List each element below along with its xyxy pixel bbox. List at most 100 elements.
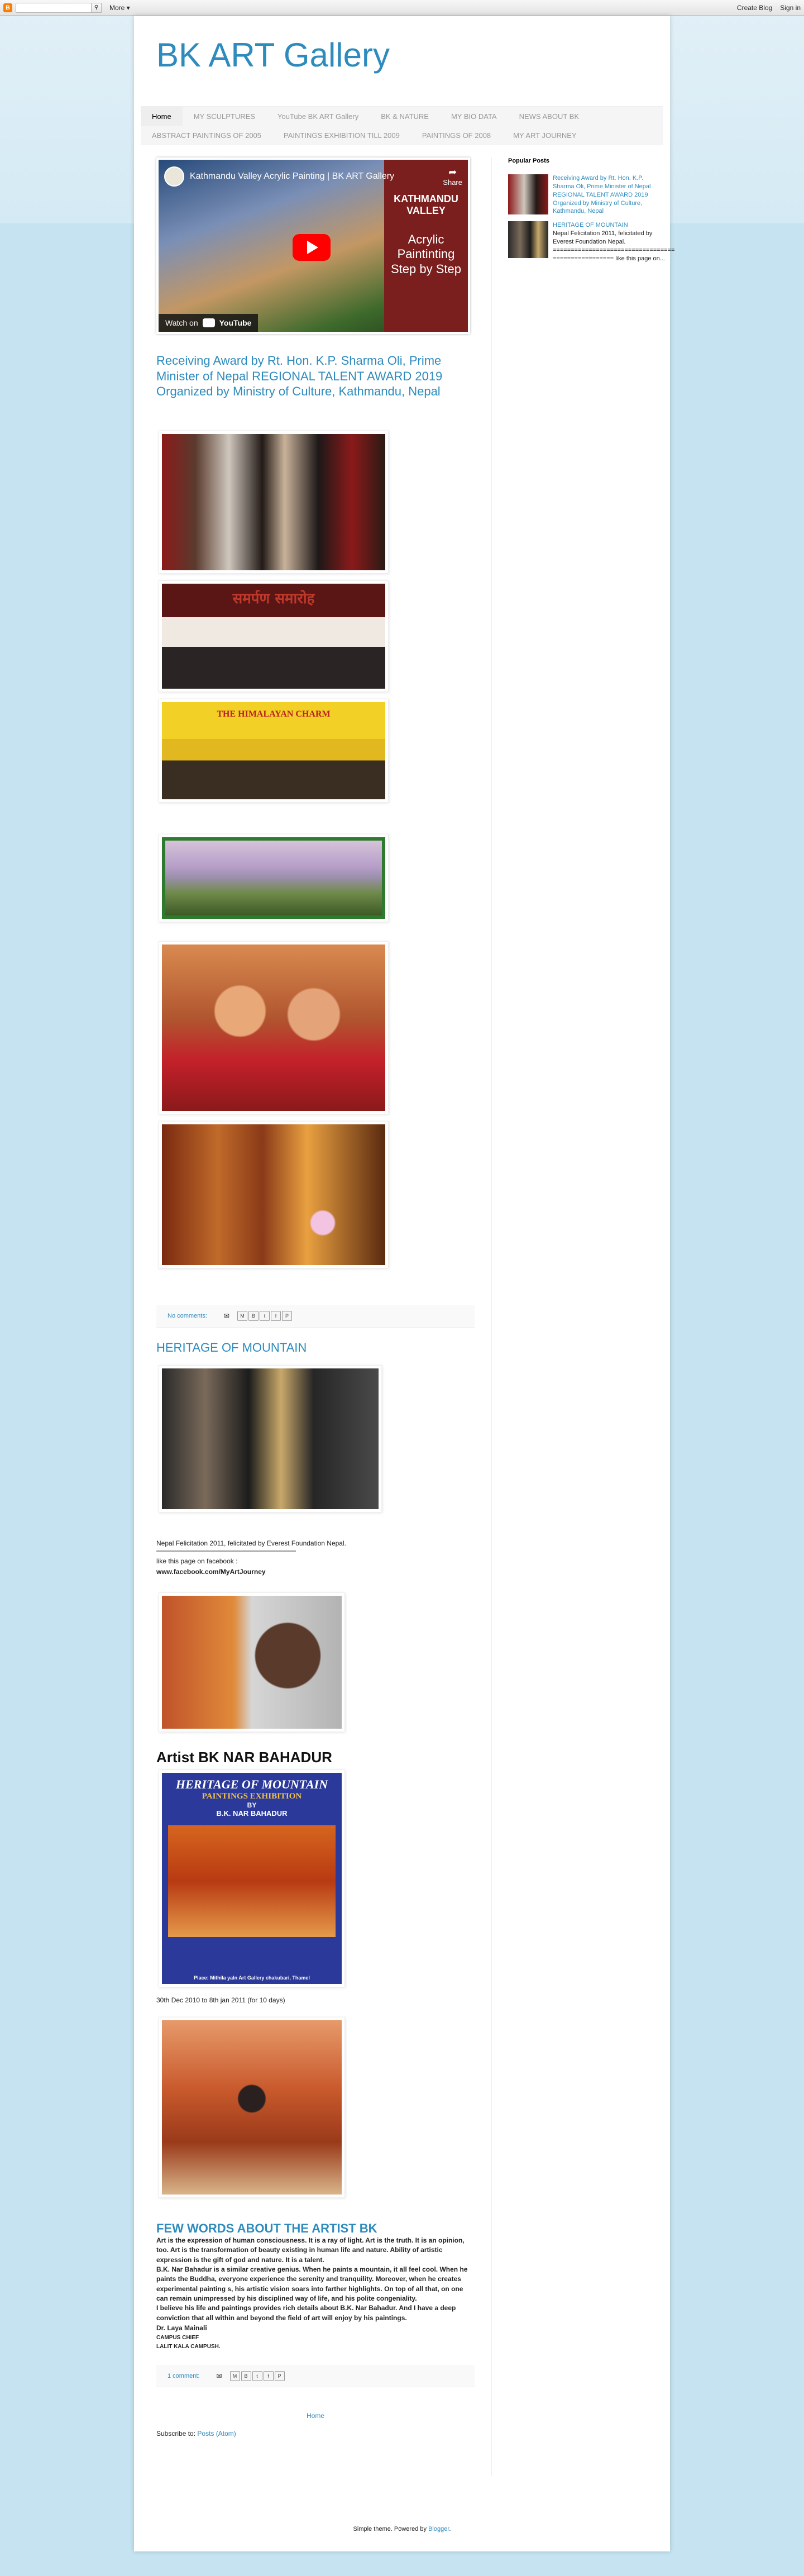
content-card: BK ART Gallery Home MY SCULPTURES YouTub… (134, 16, 674, 2551)
main-column: KATHMANDU VALLEY Acrylic Paintinting Ste… (156, 158, 475, 2440)
twitter-share-icon[interactable]: t (259, 1311, 270, 1321)
video-header: Kathmandu Valley Acrylic Painting | BK A… (164, 166, 462, 187)
post-footer-heritage: 1 comment: ✉ M B t f P (156, 2365, 475, 2388)
create-blog-link[interactable]: Create Blog (737, 4, 772, 12)
home-link[interactable]: Home (156, 2412, 475, 2420)
signer-title-1: CAMPUS CHIEF (156, 2335, 199, 2341)
tab-news[interactable]: NEWS ABOUT BK (508, 107, 590, 126)
popular-post-item[interactable]: Receiving Award by Rt. Hon. K.P. Sharma … (508, 174, 659, 216)
facebook-share-icon[interactable]: f (263, 2370, 274, 2381)
video-title[interactable]: Kathmandu Valley Acrylic Painting | BK A… (190, 171, 394, 182)
column-divider (491, 158, 492, 2475)
facebook-link[interactable]: www.facebook.com/MyArtJourney (156, 1567, 475, 1577)
photo-felicitation[interactable] (159, 1365, 382, 1513)
tab-bk-nature[interactable]: BK & NATURE (370, 107, 440, 126)
tab-art-journey[interactable]: MY ART JOURNEY (502, 126, 587, 145)
video-panel-bottom-label: Acrylic Paintinting Step by Step (391, 232, 461, 276)
photo-heritage-painting[interactable] (159, 2016, 345, 2198)
email-post-icon[interactable]: ✉ (216, 2372, 222, 2380)
blogger-link[interactable]: Blogger (428, 2526, 449, 2532)
poster-title: HERITAGE OF MOUNTAIN (175, 1777, 328, 1791)
watch-on-label: Watch on (165, 318, 198, 327)
blogthis-share-icon[interactable]: B (241, 2370, 251, 2381)
popular-post-item[interactable]: HERITAGE OF MOUNTAIN Nepal Felicitation … (508, 221, 674, 263)
video-panel-top-label: KATHMANDU VALLEY (394, 193, 458, 216)
popular-post-thumbnail[interactable] (508, 174, 548, 214)
youtube-label: YouTube (219, 318, 252, 327)
blogger-logo-icon[interactable]: B (3, 3, 12, 12)
sign-in-link[interactable]: Sign in (780, 4, 801, 12)
tab-youtube[interactable]: YouTube BK ART Gallery (266, 107, 370, 126)
posts-atom-link[interactable]: Posts (Atom) (197, 2430, 236, 2437)
poster-place: Place: Mithila yaln Art Gallery chakubar… (194, 1974, 310, 1981)
navbar-search-input[interactable] (16, 2, 92, 13)
exhibition-dates: 30th Dec 2010 to 8th jan 2011 (for 10 da… (156, 1996, 285, 2004)
photo-buddha-painting[interactable] (159, 1120, 389, 1268)
few-words-title: FEW WORDS ABOUT THE ARTIST BK (156, 2221, 377, 2235)
poster-painting (168, 1825, 336, 1937)
share-button[interactable]: ➦ Share (443, 166, 462, 187)
poster-subtitle: PAINTINGS EXHIBITION (202, 1791, 302, 1801)
youtube-video-embed[interactable]: KATHMANDU VALLEY Acrylic Paintinting Ste… (156, 158, 470, 334)
poster-artist-name: B.K. NAR BAHADUR (216, 1809, 288, 1817)
photo-himalayan-charm[interactable]: THE HIMALAYAN CHARM (159, 698, 389, 803)
photo-mountain-painting[interactable] (159, 833, 389, 922)
facebook-like-text: like this page on facebook : (156, 1557, 238, 1566)
divider-line (156, 1550, 296, 1552)
tab-exhibition-2009[interactable]: PAINTINGS EXHIBITION TILL 2009 (272, 126, 411, 145)
poster-by: BY (247, 1801, 257, 1809)
sidebar: Popular Posts Receiving Award by Rt. Hon… (508, 158, 674, 268)
subscribe-line: Subscribe to: Posts (Atom) (156, 2429, 475, 2439)
channel-avatar[interactable] (164, 166, 184, 187)
tab-bio-data[interactable]: MY BIO DATA (440, 107, 508, 126)
no-comments-link[interactable]: No comments: (168, 1313, 207, 1319)
popular-post-thumbnail[interactable] (508, 221, 548, 259)
tab-my-sculptures[interactable]: MY SCULPTURES (183, 107, 266, 126)
popular-post-title[interactable]: HERITAGE OF MOUNTAIN (553, 221, 674, 230)
popular-posts-title: Popular Posts (508, 158, 549, 164)
post-title-heritage[interactable]: HERITAGE OF MOUNTAIN (156, 1340, 475, 1356)
facebook-share-icon[interactable]: f (270, 1311, 281, 1321)
post-title-award[interactable]: Receiving Award by Rt. Hon. K.P. Sharma … (156, 353, 475, 399)
blogthis-share-icon[interactable]: B (248, 1311, 259, 1321)
share-icon: ➦ (448, 166, 457, 178)
play-button-icon[interactable] (293, 234, 331, 261)
himalayan-charm-banner: THE HIMALAYAN CHARM (217, 709, 331, 719)
share-label: Share (443, 178, 462, 187)
watch-on-youtube-button[interactable]: Watch on YouTube (159, 314, 259, 332)
blog-title[interactable]: BK ART Gallery (156, 36, 390, 74)
more-menu[interactable]: More ▾ (109, 4, 130, 12)
youtube-logo-icon (202, 318, 215, 327)
blogger-navbar: B ⚲ More ▾ Create Blog Sign in (0, 0, 804, 16)
artist-description: Art is the expression of human conscious… (156, 2236, 468, 2322)
one-comment-link[interactable]: 1 comment: (168, 2373, 199, 2379)
photo-exhibition-poster[interactable]: HERITAGE OF MOUNTAIN PAINTINGS EXHIBITIO… (159, 1769, 345, 1987)
search-icon[interactable]: ⚲ (92, 2, 102, 13)
post-footer-award: No comments: ✉ M B t f P (156, 1305, 475, 1328)
email-post-icon[interactable]: ✉ (224, 1312, 229, 1320)
tab-abstract-2005[interactable]: ABSTRACT PAINTINGS OF 2005 (141, 126, 272, 145)
twitter-share-icon[interactable]: t (252, 2370, 262, 2381)
share-buttons: M B t f P (237, 1311, 292, 1321)
photo-award-ceremony[interactable] (159, 430, 389, 574)
email-share-icon[interactable]: M (229, 2370, 240, 2381)
popular-post-title[interactable]: Receiving Award by Rt. Hon. K.P. Sharma … (553, 174, 659, 216)
pinterest-share-icon[interactable]: P (274, 2370, 285, 2381)
signer-name: Dr. Laya Mainali (156, 2324, 207, 2332)
stage-banner-text: समर्पण समारोह (232, 590, 315, 608)
attribution-footer: Simple theme. Powered by Blogger. (134, 2526, 670, 2532)
tab-paintings-2008[interactable]: PAINTINGS OF 2008 (411, 126, 502, 145)
felicitation-caption: Nepal Felicitation 2011, felicitated by … (156, 1539, 346, 1547)
footer-prefix: Simple theme. Powered by (353, 2526, 427, 2532)
photo-women-painting[interactable] (159, 941, 389, 1114)
photo-artist-portrait[interactable] (159, 1592, 345, 1732)
tab-home[interactable]: Home (141, 107, 183, 126)
subscribe-prefix: Subscribe to: (156, 2430, 196, 2438)
pinterest-share-icon[interactable]: P (281, 1311, 292, 1321)
artist-heading: Artist BK NAR BAHADUR (156, 1748, 332, 1766)
pages-tabs: Home MY SCULPTURES YouTube BK ART Galler… (141, 106, 663, 145)
photo-stage-event[interactable]: समर्पण समारोह (159, 580, 389, 692)
footer-suffix: . (449, 2526, 451, 2532)
signer-title-2: LALIT KALA CAMPUSH. (156, 2344, 221, 2350)
email-share-icon[interactable]: M (237, 1311, 247, 1321)
